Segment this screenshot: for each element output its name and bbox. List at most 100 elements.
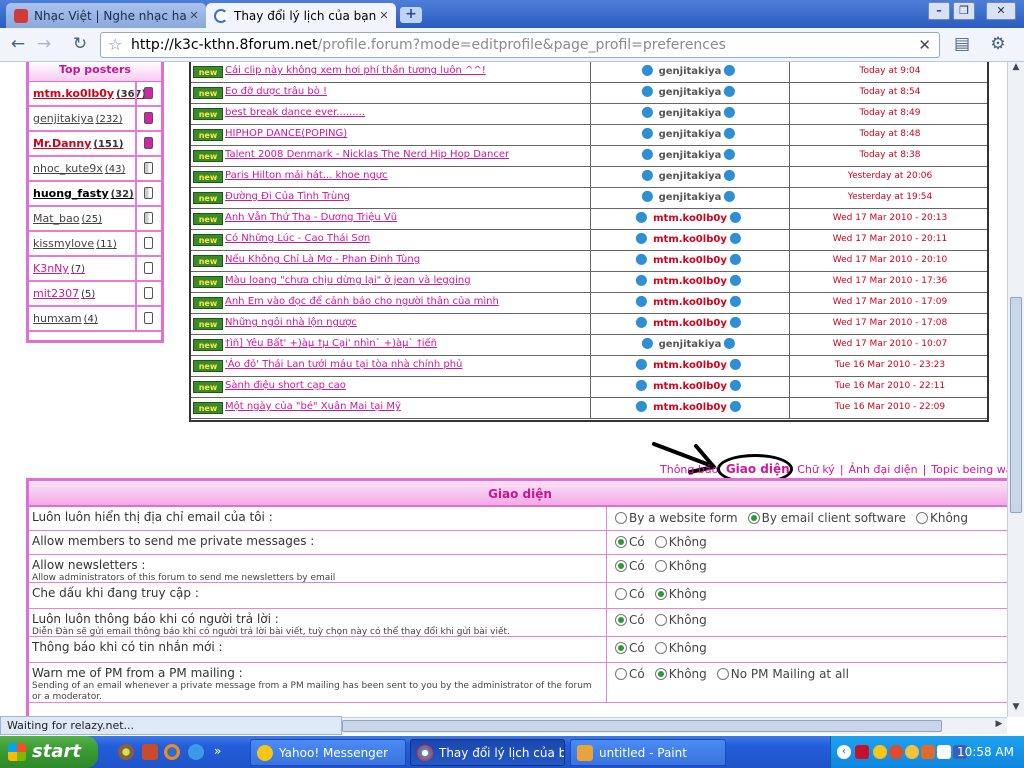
poster-name-link[interactable]: nhoc_kute9x (43)	[33, 162, 125, 175]
radio-button[interactable]	[654, 536, 667, 548]
app-quicklaunch-icon[interactable]	[142, 744, 158, 760]
radio-option[interactable]: Có	[615, 587, 645, 601]
browser-tab-2[interactable]: Thay đổi lý lịch của bạn ✕	[206, 3, 396, 28]
topic-author-link[interactable]: mtm.ko0lb0y	[651, 318, 729, 329]
stop-loading-icon[interactable]: ✕	[918, 33, 931, 57]
topic-author-link[interactable]: mtm.ko0lb0y	[651, 213, 729, 224]
topic-link[interactable]: Có Những Lúc - Cao Thái Sơn	[225, 233, 370, 244]
radio-option[interactable]: Có	[615, 667, 645, 681]
poster-name-link[interactable]: mit2307 (5)	[33, 287, 95, 300]
radio-button[interactable]	[615, 642, 627, 654]
tray-yahoo-icon[interactable]	[873, 745, 887, 759]
tray-app-icon[interactable]	[889, 745, 903, 759]
topic-author-link[interactable]: genjitakiya	[657, 150, 724, 161]
scroll-right-arrow-icon[interactable]: ▶	[991, 719, 1007, 729]
topic-link[interactable]: Cái clip này không xem hơi phí thần tươn…	[225, 65, 486, 76]
scroll-up-arrow-icon[interactable]: ▲	[1008, 62, 1024, 77]
radio-option[interactable]: Không	[654, 667, 707, 681]
tab-chu-ky[interactable]: Chữ ký	[797, 463, 835, 476]
topic-author-link[interactable]: genjitakiya	[657, 171, 724, 182]
radio-button[interactable]	[654, 642, 667, 654]
radio-button[interactable]	[615, 614, 627, 626]
wrench-menu-icon[interactable]: ⚙	[986, 33, 1010, 57]
topic-author-link[interactable]: mtm.ko0lb0y	[651, 276, 729, 287]
forward-button[interactable]: →	[32, 33, 56, 57]
vertical-scroll-thumb[interactable]	[1010, 297, 1022, 513]
topic-link[interactable]: Nếu Không Chỉ Là Mơ - Phan Đinh Tùng	[225, 254, 420, 265]
radio-button[interactable]	[747, 512, 760, 524]
topic-author-link[interactable]: mtm.ko0lb0y	[651, 381, 729, 392]
topic-author-link[interactable]: genjitakiya	[657, 87, 724, 98]
radio-option[interactable]: Có	[615, 535, 645, 549]
start-button[interactable]: start	[0, 736, 98, 768]
radio-button[interactable]	[615, 588, 627, 600]
topic-author-link[interactable]: genjitakiya	[657, 339, 724, 350]
radio-option[interactable]: Không	[654, 641, 707, 655]
firefox-quicklaunch-icon[interactable]	[164, 744, 180, 760]
radio-button[interactable]	[615, 512, 627, 524]
close-window-button[interactable]: ✕	[986, 2, 1016, 20]
close-tab-icon[interactable]: ✕	[186, 9, 202, 22]
tray-power-icon[interactable]	[937, 745, 951, 759]
poster-name-link[interactable]: humxam (4)	[33, 312, 98, 325]
topic-link[interactable]: Màu loang "chưa chịu dừng lại" ở jean và…	[225, 275, 471, 286]
reload-button[interactable]: ↻	[68, 33, 92, 57]
topic-link[interactable]: Talent 2008 Denmark - Nicklas The Nerd H…	[225, 149, 509, 160]
radio-option[interactable]: Có	[615, 559, 645, 573]
topic-author-link[interactable]: genjitakiya	[657, 192, 724, 203]
topic-author-link[interactable]: mtm.ko0lb0y	[651, 360, 729, 371]
topic-link[interactable]: †ìñ] Yêu Bất' +)àµ †µ Cại' nhìn` +)àµ` †…	[225, 338, 437, 349]
topic-author-link[interactable]: mtm.ko0lb0y	[651, 234, 729, 245]
radio-button[interactable]	[654, 614, 667, 626]
radio-option[interactable]: Không	[654, 613, 707, 627]
tray-expand-icon[interactable]: ‹	[837, 745, 851, 759]
browser-tab-1[interactable]: Nhạc Việt | Nghe nhạc hay ... ✕	[6, 3, 206, 28]
topic-author-link[interactable]: genjitakiya	[657, 66, 724, 77]
topic-link[interactable]: Anh Em vào đọc để cảnh báo cho người thâ…	[225, 296, 499, 307]
topic-link[interactable]: Paris Hilton mải hát... khoe ngực	[225, 170, 388, 181]
topic-link[interactable]: HIPHOP DANCE(POPING)	[225, 128, 347, 139]
radio-option[interactable]: Không	[654, 559, 707, 573]
tray-v-icon[interactable]	[855, 745, 869, 759]
radio-button[interactable]	[716, 668, 729, 680]
bookmark-star-icon[interactable]: ☆	[108, 33, 122, 57]
radio-button[interactable]	[615, 536, 627, 548]
horizontal-scrollbar[interactable]: ▶	[342, 717, 1007, 734]
back-button[interactable]: ←	[6, 33, 30, 57]
topic-link[interactable]: Anh Vẫn Thứ Tha - Dương Triệu Vũ	[225, 212, 397, 223]
tray-smiley-icon[interactable]	[905, 745, 919, 759]
topic-author-link[interactable]: mtm.ko0lb0y	[651, 297, 729, 308]
tab-anh-dai-dien[interactable]: Ảnh đại diện	[849, 463, 918, 476]
poster-name-link[interactable]: K3nNy (7)	[33, 262, 85, 275]
page-menu-icon[interactable]: ▤	[950, 33, 974, 57]
chrome-quicklaunch-icon[interactable]	[118, 744, 134, 760]
tab-topic-watched[interactable]: Topic being watched	[931, 463, 1007, 476]
poster-name-link[interactable]: Mat_bao (25)	[33, 212, 102, 225]
poster-name-link[interactable]: Mr.Danny (151)	[33, 137, 123, 150]
radio-option[interactable]: Không	[654, 535, 707, 549]
radio-option[interactable]: Không	[654, 587, 707, 601]
task-yahoo-messenger[interactable]: Yahoo! Messenger	[250, 739, 406, 766]
close-tab-icon[interactable]: ✕	[376, 9, 392, 22]
ie-quicklaunch-icon[interactable]	[188, 744, 204, 760]
topic-link[interactable]: best break dance ever.........	[225, 107, 365, 118]
topic-link[interactable]: Đường Đi Của Tình Trùng	[225, 191, 350, 202]
topic-author-link[interactable]: mtm.ko0lb0y	[651, 402, 729, 413]
radio-button[interactable]	[654, 588, 667, 600]
topic-link[interactable]: Eo đỡ dược trâu bò !	[225, 86, 327, 97]
radio-option[interactable]: By email client software	[747, 511, 906, 525]
topic-link[interactable]: Một ngày của "bé" Xuân Mai tại Mỹ	[225, 401, 401, 412]
topic-author-link[interactable]: genjitakiya	[657, 108, 724, 119]
tab-thong-bao[interactable]: Thông báo	[660, 463, 718, 476]
topic-link[interactable]: 'Áo đỏ' Thái Lan tưới máu tại tòa nhà ch…	[225, 359, 462, 370]
new-tab-button[interactable]: +	[400, 7, 422, 23]
poster-name-link[interactable]: huong_fasty (32)	[33, 187, 134, 200]
minimize-button[interactable]: –	[928, 2, 950, 20]
poster-name-link[interactable]: kissmylove (11)	[33, 237, 117, 250]
radio-button[interactable]	[915, 512, 928, 524]
radio-option[interactable]: No PM Mailing at all	[716, 667, 849, 681]
radio-button[interactable]	[615, 668, 627, 680]
topic-author-link[interactable]: mtm.ko0lb0y	[651, 255, 729, 266]
topic-author-link[interactable]: genjitakiya	[657, 129, 724, 140]
poster-name-link[interactable]: mtm.ko0lb0y (367)	[33, 87, 146, 100]
